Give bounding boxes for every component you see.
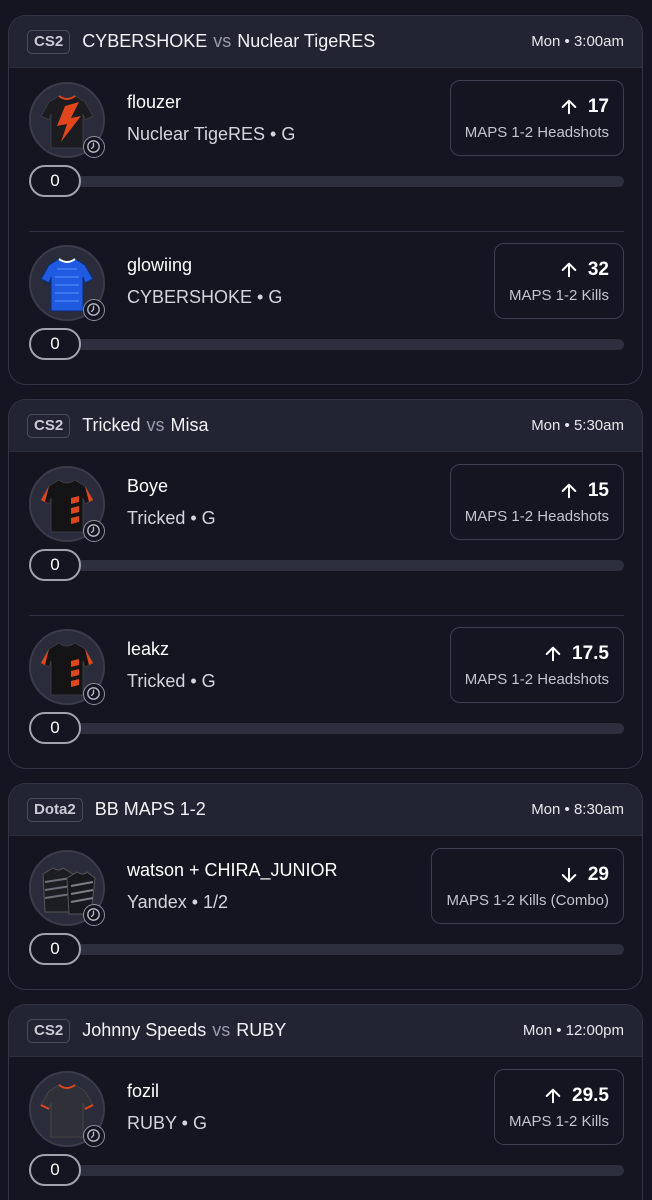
pick-slider-track[interactable]	[29, 339, 624, 350]
player-name: watson + CHIRA_JUNIOR	[127, 860, 338, 880]
player-name: leakz	[127, 639, 170, 659]
arrow-up-icon	[545, 1088, 561, 1103]
prop-market: MAPS 1-2 Kills (Combo)	[446, 891, 609, 909]
player-avatar	[29, 245, 105, 321]
player-name: fozil	[127, 1081, 160, 1101]
match-card: Dota2 BB MAPS 1-2 Mon • 8:30am watson +	[8, 783, 643, 990]
arrow-up-icon	[561, 262, 577, 277]
prop-line-value: 17	[587, 95, 609, 117]
player-avatar	[29, 850, 105, 926]
pick-slider-handle[interactable]: 0	[29, 165, 81, 197]
match-title: Tricked vs Misa	[82, 415, 208, 436]
match-time: Mon • 5:30am	[531, 417, 624, 434]
match-time: Mon • 12:00pm	[522, 1022, 624, 1039]
prop-market: MAPS 1-2 Kills	[508, 286, 609, 304]
pick-row[interactable]: leakz Tricked • G 17.5 MAPS 1-2 Headshot…	[9, 615, 642, 768]
clock-icon	[83, 683, 105, 705]
match-header[interactable]: CS2 Johnny Speeds vs RUBY Mon • 12:00pm	[9, 1005, 642, 1057]
prop-line-value: 32	[587, 258, 609, 280]
team-1: BB MAPS 1-2	[94, 799, 206, 819]
player-name: Boye	[127, 476, 169, 496]
match-title: CYBERSHOKE vs Nuclear TigeRES	[82, 31, 375, 52]
pick-row[interactable]: glowiing CYBERSHOKE • G 32 MAPS 1-2 Kill…	[9, 231, 642, 384]
clock-icon	[83, 520, 105, 542]
match-card: CS2 Tricked vs Misa Mon • 5:30am Boye Tr…	[8, 399, 643, 769]
pick-row[interactable]: fozil RUBY • G 29.5 MAPS 1-2 Kills 0	[9, 1057, 642, 1200]
vs-label: vs	[146, 415, 165, 435]
clock-icon	[83, 299, 105, 321]
prop-line-value: 29.5	[572, 1084, 609, 1106]
prop-market: MAPS 1-2 Kills	[508, 1112, 609, 1130]
match-header[interactable]: Dota2 BB MAPS 1-2 Mon • 8:30am	[9, 784, 642, 836]
pick-row[interactable]: watson + CHIRA_JUNIOR Yandex • 1/2 29 MA…	[9, 836, 642, 989]
player-team-position: CYBERSHOKE • G	[127, 287, 283, 307]
vs-label: vs	[213, 31, 232, 51]
match-title: BB MAPS 1-2	[95, 799, 206, 820]
arrow-up-icon	[561, 99, 577, 114]
player-team-position: Tricked • G	[127, 508, 216, 528]
prop-line-value: 17.5	[572, 642, 609, 664]
pick-slider-handle[interactable]: 0	[29, 328, 81, 360]
team-1: Tricked	[82, 415, 141, 435]
team-1: Johnny Speeds	[82, 1020, 207, 1040]
player-avatar	[29, 82, 105, 158]
team-2: RUBY	[236, 1020, 287, 1040]
arrow-up-icon	[561, 483, 577, 498]
clock-icon	[83, 136, 105, 158]
prop-selector[interactable]: 32 MAPS 1-2 Kills	[493, 243, 624, 319]
prop-selector[interactable]: 17.5 MAPS 1-2 Headshots	[449, 627, 624, 703]
clock-icon	[83, 1125, 105, 1147]
prop-market: MAPS 1-2 Headshots	[464, 507, 609, 525]
player-team-position: RUBY • G	[127, 1113, 207, 1133]
team-2: Misa	[170, 415, 209, 435]
prop-market: MAPS 1-2 Headshots	[464, 123, 609, 141]
pick-slider-track[interactable]	[29, 944, 624, 955]
prop-selector[interactable]: 17 MAPS 1-2 Headshots	[449, 80, 624, 156]
prop-selector[interactable]: 15 MAPS 1-2 Headshots	[449, 464, 624, 540]
pick-slider-track[interactable]	[29, 560, 624, 571]
game-tag: CS2	[27, 29, 71, 54]
pick-slider-handle[interactable]: 0	[29, 712, 81, 744]
pick-row[interactable]: Boye Tricked • G 15 MAPS 1-2 Headshots 0	[9, 452, 642, 615]
arrow-up-icon	[545, 646, 561, 661]
pick-row[interactable]: flouzer Nuclear TigeRES • G 17 MAPS 1-2 …	[9, 68, 642, 231]
arrow-down-icon	[561, 867, 577, 882]
player-team-position: Tricked • G	[127, 671, 216, 691]
pick-list: CS2 CYBERSHOKE vs Nuclear TigeRES Mon • …	[0, 0, 652, 1200]
player-name: flouzer	[127, 92, 182, 112]
team-2: Nuclear TigeRES	[237, 31, 376, 51]
game-tag: CS2	[27, 1018, 71, 1043]
pick-slider-track[interactable]	[29, 176, 624, 187]
player-avatar	[29, 629, 105, 705]
match-header[interactable]: CS2 CYBERSHOKE vs Nuclear TigeRES Mon • …	[9, 16, 642, 68]
player-team-position: Yandex • 1/2	[127, 892, 229, 912]
pick-slider-handle[interactable]: 0	[29, 549, 81, 581]
player-avatar	[29, 466, 105, 542]
player-team-position: Nuclear TigeRES • G	[127, 124, 296, 144]
pick-slider-track[interactable]	[29, 723, 624, 734]
match-header[interactable]: CS2 Tricked vs Misa Mon • 5:30am	[9, 400, 642, 452]
vs-label: vs	[212, 1020, 231, 1040]
match-card: CS2 Johnny Speeds vs RUBY Mon • 12:00pm	[8, 1004, 643, 1200]
prop-line-value: 29	[587, 863, 609, 885]
game-tag: Dota2	[27, 797, 83, 822]
match-card: CS2 CYBERSHOKE vs Nuclear TigeRES Mon • …	[8, 15, 643, 385]
match-time: Mon • 3:00am	[531, 33, 624, 50]
pick-slider-handle[interactable]: 0	[29, 1154, 81, 1186]
team-1: CYBERSHOKE	[82, 31, 208, 51]
pick-slider-handle[interactable]: 0	[29, 933, 81, 965]
clock-icon	[83, 904, 105, 926]
prop-selector[interactable]: 29.5 MAPS 1-2 Kills	[493, 1069, 624, 1145]
prop-market: MAPS 1-2 Headshots	[464, 670, 609, 688]
prop-selector[interactable]: 29 MAPS 1-2 Kills (Combo)	[431, 848, 624, 924]
prop-line-value: 15	[587, 479, 609, 501]
game-tag: CS2	[27, 413, 71, 438]
match-time: Mon • 8:30am	[531, 801, 624, 818]
match-title: Johnny Speeds vs RUBY	[82, 1020, 286, 1041]
pick-slider-track[interactable]	[29, 1165, 624, 1176]
player-avatar	[29, 1071, 105, 1147]
player-name: glowiing	[127, 255, 193, 275]
